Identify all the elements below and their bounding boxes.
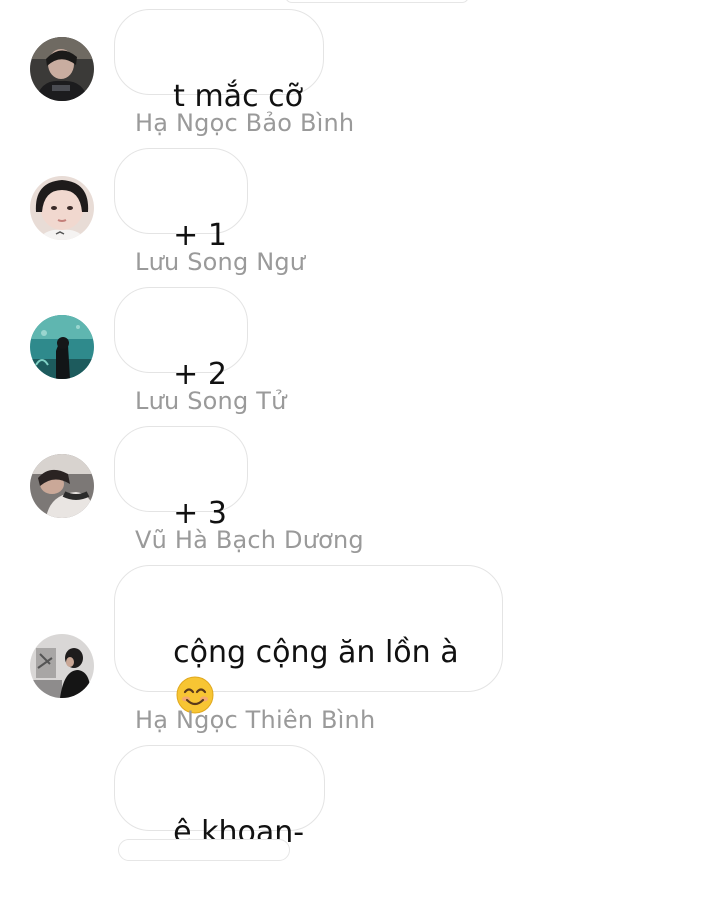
previous-bubble-edge — [285, 0, 469, 3]
message-bubble[interactable]: cộng cộng ăn lồn à — [114, 565, 503, 807]
message-bubble[interactable]: + 2 — [114, 287, 248, 392]
sender-name: Lưu Song Ngư — [135, 248, 306, 276]
message-bubble[interactable]: ê khoan- — [114, 745, 326, 850]
next-bubble-edge — [118, 839, 290, 861]
message-text: cộng cộng ăn lồn à — [173, 635, 459, 670]
avatar-studio-photo-icon[interactable] — [30, 634, 94, 698]
message-bubble[interactable]: + 1 — [114, 148, 248, 253]
sender-name: Vũ Hà Bạch Dương — [135, 526, 364, 554]
avatar-dark-hoodie-icon[interactable] — [30, 37, 94, 101]
avatar-girl-face-icon[interactable] — [30, 176, 94, 240]
sender-name: Hạ Ngọc Thiên Bình — [135, 706, 376, 734]
sender-name: Hạ Ngọc Bảo Bình — [135, 109, 355, 137]
sender-name: Lưu Song Tử — [135, 387, 287, 415]
message-bubble[interactable]: + 3 — [114, 426, 248, 531]
avatar-aquarium-icon[interactable] — [30, 315, 94, 379]
avatar-lying-person-icon[interactable] — [30, 454, 94, 518]
message-bubble[interactable]: t mắc cỡ — [114, 9, 324, 114]
